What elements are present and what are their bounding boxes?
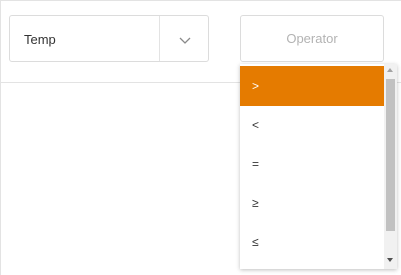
dropdown-scrollbar[interactable] (384, 64, 397, 269)
scroll-down-arrow-icon[interactable] (387, 258, 393, 262)
field-select-value: Temp (24, 32, 56, 47)
operator-dropdown-list: > < = ≥ ≤ (240, 64, 397, 269)
panel-border-top (0, 0, 401, 1)
scroll-up-arrow-icon[interactable] (387, 68, 393, 72)
operator-option-less-or-equal[interactable]: ≤ (240, 223, 384, 262)
operator-option-equals[interactable]: = (240, 145, 384, 184)
field-select-separator (159, 16, 160, 61)
field-select[interactable]: Temp (9, 15, 209, 62)
panel-border-left (0, 0, 1, 275)
scrollbar-thumb[interactable] (386, 79, 395, 231)
operator-placeholder: Operator (286, 31, 338, 46)
operator-option-less-than[interactable]: < (240, 106, 384, 145)
filter-row: Temp Operator > < = ≥ ≤ (0, 0, 401, 275)
operator-options: > < = ≥ ≤ (240, 64, 384, 262)
operator-option-greater-than[interactable]: > (240, 66, 384, 106)
operator-select[interactable]: Operator (240, 15, 384, 62)
operator-option-greater-or-equal[interactable]: ≥ (240, 184, 384, 223)
chevron-down-icon[interactable] (178, 33, 192, 44)
